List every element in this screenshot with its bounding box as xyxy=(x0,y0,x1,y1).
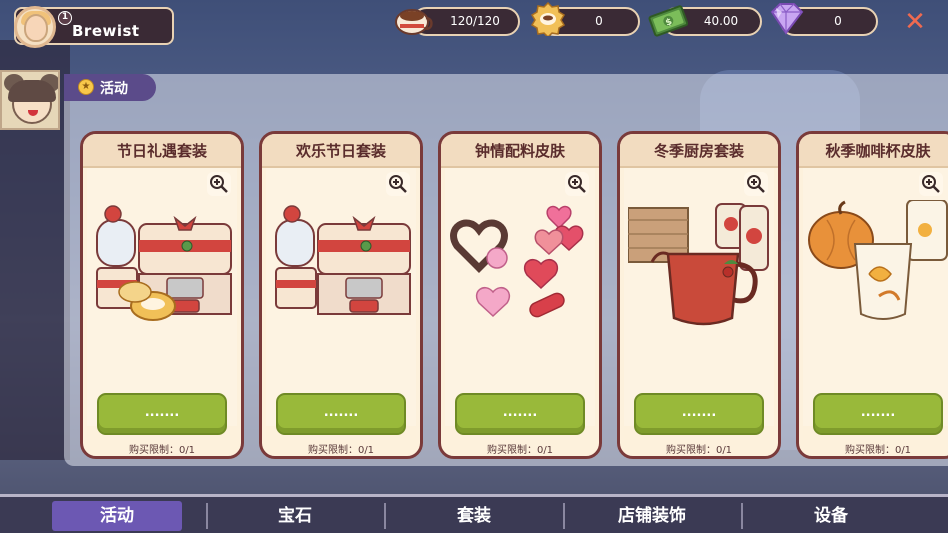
tab-divider xyxy=(741,503,743,529)
purchase-limit: 购买限制：0/1 xyxy=(128,445,196,456)
cookie-icon xyxy=(530,1,566,36)
hearts-toppings-illustration xyxy=(450,205,584,318)
tab-gems[interactable]: 宝石 xyxy=(230,501,360,531)
bundle-card[interactable]: 欢乐节日套装 ....... 购买限制：0/1 xyxy=(259,131,423,459)
card-title: 冬季厨房套装 xyxy=(620,134,778,168)
bundle-card[interactable]: 钟情配料皮肤 ....... 购买限制：0/1 xyxy=(438,131,602,459)
section-tag: ★ 活动 xyxy=(64,74,156,101)
tab-shop-decor[interactable]: 店铺装饰 xyxy=(587,501,717,531)
cash-icon: $ xyxy=(648,5,688,37)
jug-and-jars-illustration xyxy=(628,203,769,326)
close-button[interactable]: ✕ xyxy=(902,9,928,35)
zoom-icon[interactable] xyxy=(919,172,943,196)
coffee-cup-icon xyxy=(395,9,433,35)
card-title: 欢乐节日套装 xyxy=(262,134,420,168)
bundle-card[interactable]: 秋季咖啡杯皮肤 ....... 购买限制：0/1 xyxy=(796,131,948,459)
tab-divider xyxy=(206,503,208,529)
buy-button[interactable]: ....... xyxy=(97,393,227,435)
purchase-limit: 购买限制：0/1 xyxy=(844,445,912,456)
character-portrait[interactable] xyxy=(0,70,60,130)
zoom-icon[interactable] xyxy=(386,172,410,196)
bundle-card[interactable]: 节日礼遇套装 ....... 购买限制：0/1 xyxy=(80,131,244,459)
bottom-tab-bar: 活动 宝石 套装 店铺装饰 设备 xyxy=(0,494,948,533)
zoom-icon[interactable] xyxy=(744,172,768,196)
bundle-card[interactable]: 冬季厨房套装 ....... 购买限制：0/1 xyxy=(617,131,781,459)
card-title: 秋季咖啡杯皮肤 xyxy=(799,134,948,168)
avatar-face xyxy=(24,14,48,42)
autumn-cups-illustration xyxy=(808,200,948,320)
tab-divider xyxy=(563,503,565,529)
purchase-limit: 购买限制：0/1 xyxy=(307,445,375,456)
gem-icon xyxy=(770,3,804,35)
player-name: Brewist xyxy=(72,22,140,40)
section-label: 活动 xyxy=(100,81,128,97)
espresso-machine-set-illustration xyxy=(96,205,232,321)
player-level-badge: 1 xyxy=(58,11,72,25)
player-avatar xyxy=(14,6,56,48)
tab-equipment[interactable]: 设备 xyxy=(766,501,896,531)
espresso-machine-illustration xyxy=(275,205,411,315)
tab-bundles[interactable]: 套装 xyxy=(409,501,539,531)
zoom-icon[interactable] xyxy=(207,172,231,196)
purchase-limit: 购买限制：0/1 xyxy=(665,445,733,456)
purchase-limit: 购买限制：0/1 xyxy=(486,445,554,456)
buy-button[interactable]: ....... xyxy=(634,393,764,435)
buy-button[interactable]: ....... xyxy=(813,393,943,435)
card-title: 钟情配料皮肤 xyxy=(441,134,599,168)
tab-divider xyxy=(384,503,386,529)
zoom-icon[interactable] xyxy=(565,172,589,196)
star-icon: ★ xyxy=(78,79,94,95)
player-profile[interactable]: 1 Brewist xyxy=(14,6,174,48)
portrait-hair xyxy=(8,80,56,102)
card-title: 节日礼遇套装 xyxy=(83,134,241,168)
tab-events[interactable]: 活动 xyxy=(52,501,182,531)
buy-button[interactable]: ....... xyxy=(276,393,406,435)
buy-button[interactable]: ....... xyxy=(455,393,585,435)
